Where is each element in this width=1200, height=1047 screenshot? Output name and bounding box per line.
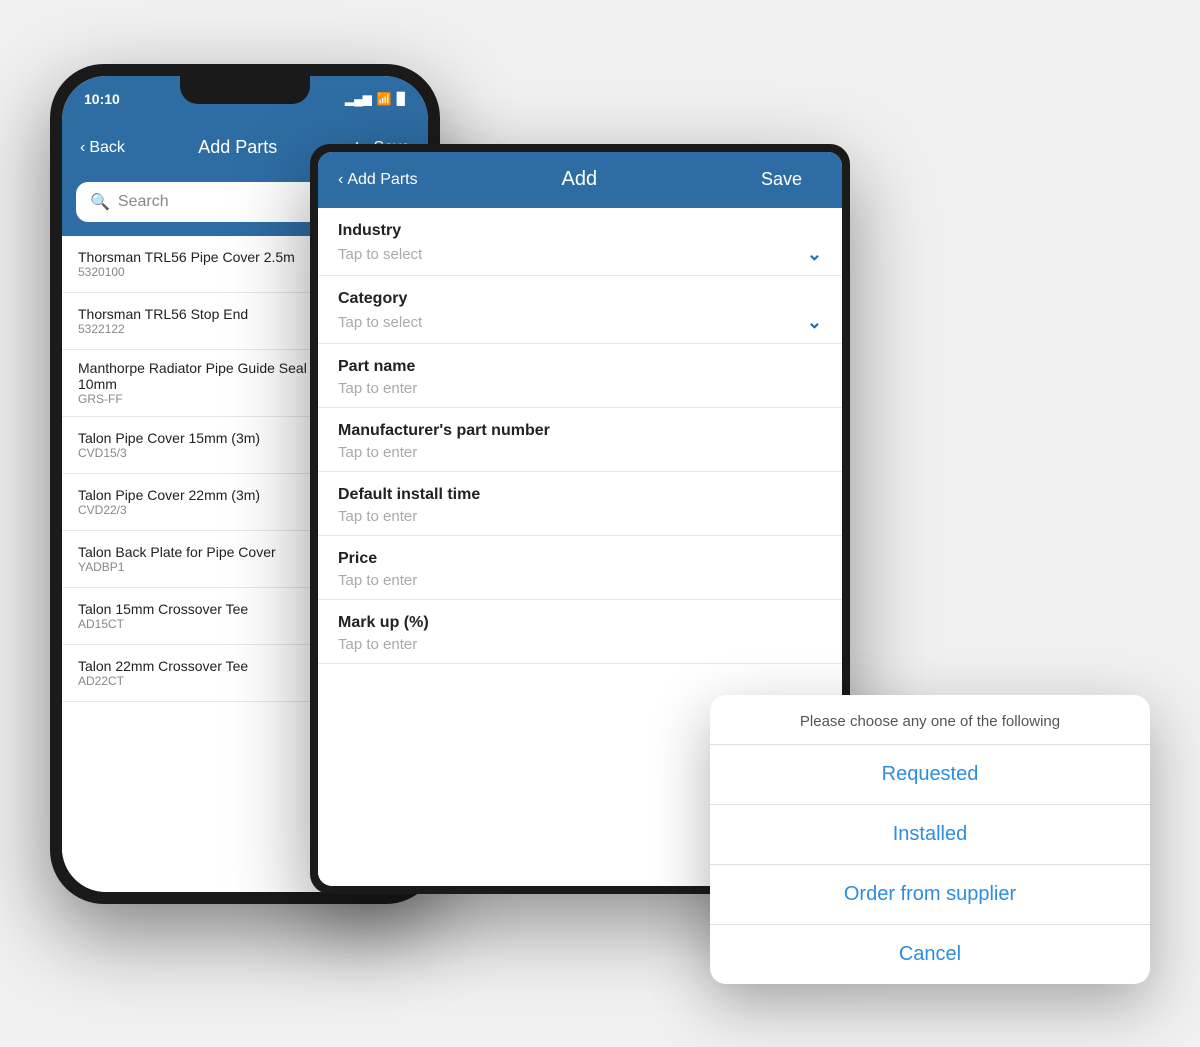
dialog-option-installed[interactable]: Installed <box>710 805 1150 865</box>
field-value: Tap to select <box>338 246 422 263</box>
form-field[interactable]: Part name Tap to enter <box>318 344 842 408</box>
part-info: Talon Pipe Cover 15mm (3m) CVD15/3 <box>78 430 314 460</box>
field-label: Part name <box>338 358 822 376</box>
chevron-down-icon: ⌄ <box>807 312 822 333</box>
field-value: Tap to enter <box>338 444 822 461</box>
part-sku: AD22CT <box>78 674 314 688</box>
dialog-option-cancel[interactable]: Cancel <box>710 925 1150 984</box>
part-name: Manthorpe Radiator Pipe Guide Seal 10mm <box>78 360 314 392</box>
form-field[interactable]: Mark up (%) Tap to enter <box>318 600 842 664</box>
tablet-back-chevron-icon: ‹ <box>338 171 343 189</box>
form-field[interactable]: Manufacturer's part number Tap to enter <box>318 408 842 472</box>
field-row: Tap to select ⌄ <box>338 312 822 333</box>
field-value: Tap to select <box>338 314 422 331</box>
battery-icon: ▉ <box>397 92 406 106</box>
part-name: Talon Pipe Cover 22mm (3m) <box>78 487 314 503</box>
form-field[interactable]: Default install time Tap to enter <box>318 472 842 536</box>
dialog: Please choose any one of the following R… <box>710 695 1150 984</box>
field-value: Tap to enter <box>338 380 822 397</box>
phone-back-button[interactable]: ‹ Back <box>80 139 125 157</box>
field-row: Tap to select ⌄ <box>338 244 822 265</box>
phone-status-icons: ▂▄▆ 📶 ▉ <box>345 92 406 106</box>
field-label: Industry <box>338 222 822 240</box>
part-sku: 5320100 <box>78 265 314 279</box>
search-input[interactable]: Search <box>118 193 169 211</box>
field-label: Mark up (%) <box>338 614 822 632</box>
part-info: Manthorpe Radiator Pipe Guide Seal 10mm … <box>78 360 314 406</box>
part-info: Talon 22mm Crossover Tee AD22CT <box>78 658 314 688</box>
part-info: Talon Back Plate for Pipe Cover YADBP1 <box>78 544 314 574</box>
phone-notch <box>180 76 310 104</box>
dialog-option-requested[interactable]: Requested <box>710 745 1150 805</box>
form-field[interactable]: Category Tap to select ⌄ <box>318 276 842 344</box>
tablet-nav: ‹ Add Parts Add Save <box>318 152 842 208</box>
part-info: Talon Pipe Cover 22mm (3m) CVD22/3 <box>78 487 314 517</box>
part-name: Talon Pipe Cover 15mm (3m) <box>78 430 314 446</box>
form-field[interactable]: Price Tap to enter <box>318 536 842 600</box>
part-sku: YADBP1 <box>78 560 314 574</box>
dialog-options: RequestedInstalledOrder from supplierCan… <box>710 745 1150 984</box>
field-label: Category <box>338 290 822 308</box>
chevron-down-icon: ⌄ <box>807 244 822 265</box>
part-info: Thorsman TRL56 Stop End 5322122 <box>78 306 314 336</box>
part-sku: CVD15/3 <box>78 446 314 460</box>
field-value: Tap to enter <box>338 572 822 589</box>
part-info: Thorsman TRL56 Pipe Cover 2.5m 5320100 <box>78 249 314 279</box>
field-label: Manufacturer's part number <box>338 422 822 440</box>
wifi-icon: 📶 <box>377 92 392 106</box>
dialog-option-order-from-supplier[interactable]: Order from supplier <box>710 865 1150 925</box>
field-value: Tap to enter <box>338 636 822 653</box>
part-name: Thorsman TRL56 Stop End <box>78 306 314 322</box>
part-sku: AD15CT <box>78 617 314 631</box>
phone-time: 10:10 <box>84 91 120 107</box>
part-info: Talon 15mm Crossover Tee AD15CT <box>78 601 314 631</box>
phone-nav-title: Add Parts <box>198 137 277 158</box>
part-name: Thorsman TRL56 Pipe Cover 2.5m <box>78 249 314 265</box>
tablet-save-button[interactable]: Save <box>741 152 822 208</box>
dialog-title: Please choose any one of the following <box>710 695 1150 745</box>
back-chevron-icon: ‹ <box>80 139 85 157</box>
form-field[interactable]: Industry Tap to select ⌄ <box>318 208 842 276</box>
field-label: Price <box>338 550 822 568</box>
field-label: Default install time <box>338 486 822 504</box>
part-name: Talon Back Plate for Pipe Cover <box>78 544 314 560</box>
part-sku: 5322122 <box>78 322 314 336</box>
back-label: Back <box>89 139 125 157</box>
part-sku: CVD22/3 <box>78 503 314 517</box>
search-icon: 🔍 <box>90 192 110 212</box>
tablet-nav-title: Add <box>561 168 597 191</box>
signal-icon: ▂▄▆ <box>345 92 372 106</box>
field-value: Tap to enter <box>338 508 822 525</box>
tablet-back-button[interactable]: ‹ Add Parts <box>338 171 418 189</box>
part-name: Talon 15mm Crossover Tee <box>78 601 314 617</box>
scene: 10:10 ▂▄▆ 📶 ▉ ‹ Back Add Parts + Save <box>50 34 1150 1014</box>
part-name: Talon 22mm Crossover Tee <box>78 658 314 674</box>
tablet-back-label: Add Parts <box>347 171 417 189</box>
part-sku: GRS-FF <box>78 392 314 406</box>
